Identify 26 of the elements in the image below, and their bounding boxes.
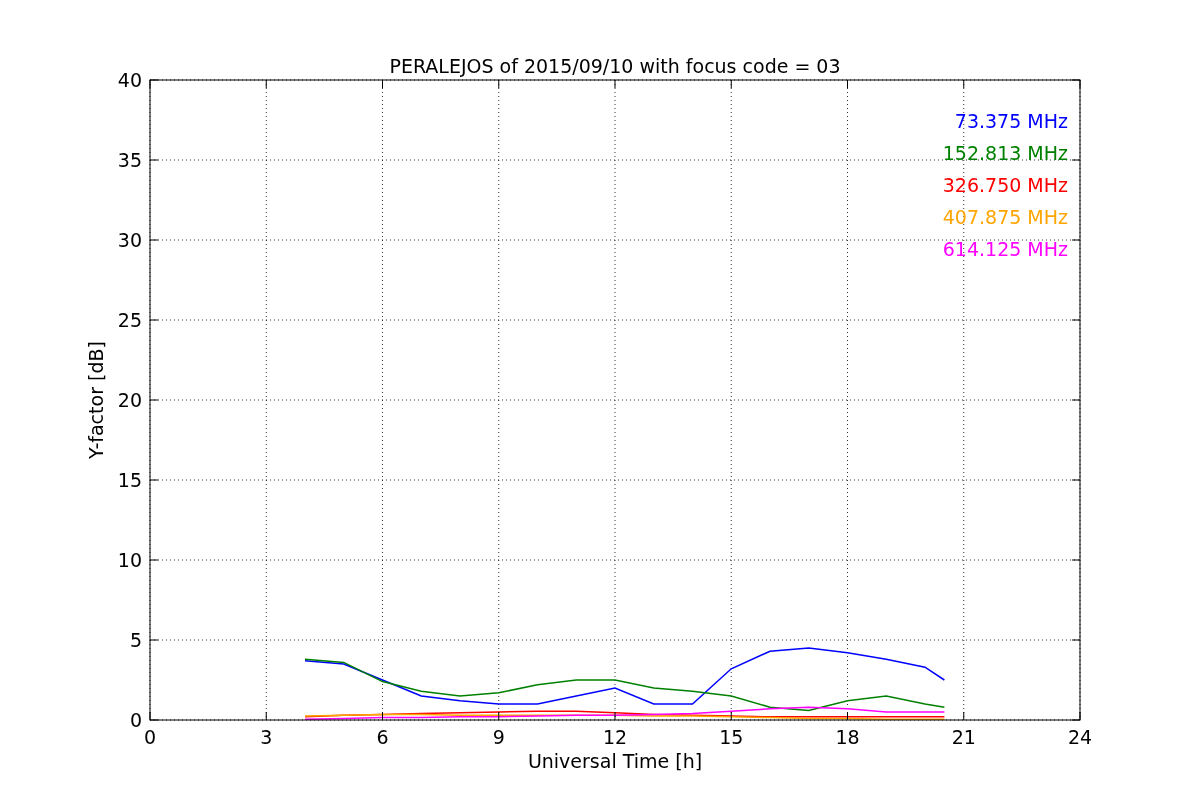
tick-label: 0 — [143, 726, 157, 748]
tick-label: 25 — [117, 309, 142, 331]
legend-label: 407.875 MHz — [942, 206, 1068, 228]
tick-label: 12 — [602, 726, 628, 748]
axis-label: Universal Time [h] — [527, 750, 703, 772]
tick-label: 15 — [117, 469, 142, 491]
tick-label: 0 — [129, 709, 142, 731]
legend-label: 326.750 MHz — [942, 174, 1068, 196]
tick-label: 18 — [835, 726, 860, 748]
tick-label: 20 — [117, 389, 142, 411]
tick-label: 10 — [117, 549, 142, 571]
tick-label: 5 — [129, 629, 142, 651]
legend-label: 73.375 MHz — [954, 110, 1068, 132]
axis-label: Y-factor [dB] — [85, 341, 107, 459]
tick-label: 30 — [117, 229, 142, 251]
legend-label: 152.813 MHz — [942, 142, 1068, 164]
tick-label: 15 — [719, 726, 744, 748]
tick-label: 3 — [260, 726, 273, 748]
tick-label: 24 — [1067, 726, 1093, 748]
legend-label: 614.125 MHz — [942, 238, 1068, 260]
tick-label: 9 — [492, 726, 505, 748]
tick-label: 40 — [117, 69, 142, 91]
chart-title: PERALEJOS of 2015/09/10 with focus code = 03 — [389, 55, 841, 77]
tick-label: 21 — [951, 726, 976, 748]
tick-label: 6 — [376, 726, 389, 748]
tick-label: 35 — [117, 149, 142, 171]
